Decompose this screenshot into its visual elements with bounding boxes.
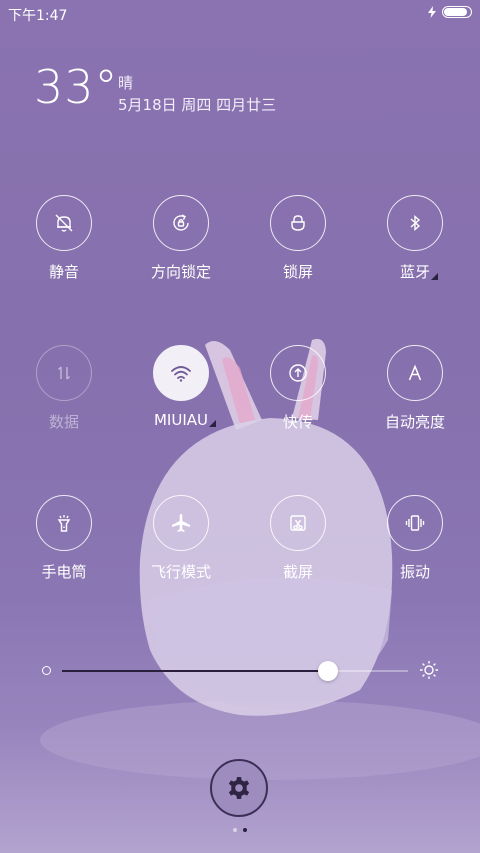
battery-level [444, 8, 468, 16]
toggle-wifi-label: MIUIAU [154, 411, 216, 429]
toggle-silent[interactable]: 静音 [14, 195, 114, 282]
bell-off-icon [55, 214, 73, 232]
toggle-rotation-lock-label: 方向锁定 [150, 263, 211, 281]
brightness-low-icon [42, 666, 51, 675]
battery-icon [442, 6, 472, 18]
toggle-flashlight-button[interactable] [36, 495, 92, 551]
toggle-mobile-data-button[interactable] [36, 345, 92, 401]
toggle-screenshot-button[interactable] [270, 495, 326, 551]
weather-date: 5月18日 周四 四月廿三 [118, 96, 277, 114]
toggle-silent-label: 静音 [48, 263, 79, 281]
screenshot-icon [290, 515, 306, 531]
toggle-vibrate[interactable]: 振动 [365, 495, 465, 582]
toggle-rotation-lock-button[interactable] [153, 195, 209, 251]
toggle-flashlight[interactable]: 手电筒 [14, 495, 114, 582]
toggle-rotation-lock[interactable]: 方向锁定 [131, 195, 231, 282]
toggle-screenshot-label: 截屏 [282, 563, 313, 581]
airplane-icon [172, 514, 190, 532]
charging-bolt-icon [428, 6, 436, 18]
bluetooth-icon [410, 214, 421, 232]
status-bar: 下午1:47 [0, 0, 480, 28]
wifi-icon [171, 366, 191, 382]
lock-icon [291, 215, 305, 231]
brightness-high-icon [420, 661, 438, 679]
settings-button[interactable] [210, 759, 268, 817]
toggle-lock-screen-button[interactable] [270, 195, 326, 251]
vibrate-icon [405, 515, 425, 531]
mobile-data-icon [58, 366, 70, 380]
rotation-lock-icon [173, 214, 189, 231]
brightness-slider[interactable] [40, 660, 440, 682]
toggle-auto-brightness[interactable]: 自动亮度 [365, 345, 465, 432]
page-indicator [0, 828, 480, 832]
status-time: 下午1:47 [8, 8, 68, 24]
toggle-mobile-data[interactable]: 数据 [14, 345, 114, 432]
toggle-quick-transfer-button[interactable] [270, 345, 326, 401]
toggle-wifi-button[interactable] [153, 345, 209, 401]
toggle-airplane-mode-button[interactable] [153, 495, 209, 551]
more-options-indicator [431, 273, 438, 280]
toggle-bluetooth-label: 蓝牙 [400, 261, 438, 282]
toggle-vibrate-label: 振动 [399, 563, 430, 581]
page-dot [233, 828, 237, 832]
gear-icon [228, 777, 250, 799]
brightness-fill [62, 670, 329, 672]
toggle-quick-transfer-label: 快传 [282, 413, 313, 431]
toggle-auto-brightness-button[interactable] [387, 345, 443, 401]
status-icons [428, 6, 472, 18]
more-options-indicator [209, 420, 216, 427]
toggle-wifi[interactable]: MIUIAU [131, 345, 231, 429]
flashlight-icon [57, 515, 71, 532]
toggle-bluetooth[interactable]: 蓝牙 [365, 195, 465, 282]
toggle-screenshot[interactable]: 截屏 [248, 495, 348, 582]
toggle-vibrate-button[interactable] [387, 495, 443, 551]
upload-icon [289, 364, 307, 382]
toggle-bluetooth-button[interactable] [387, 195, 443, 251]
toggle-auto-brightness-label: 自动亮度 [384, 413, 445, 431]
toggle-flashlight-label: 手电筒 [41, 563, 87, 581]
toggle-airplane-mode[interactable]: 飞行模式 [131, 495, 231, 582]
brightness-thumb[interactable] [318, 661, 339, 681]
page-dot-current [243, 828, 247, 832]
temperature: 33° [34, 60, 119, 114]
toggle-lock-screen-label: 锁屏 [282, 263, 313, 281]
toggle-mobile-data-label: 数据 [48, 413, 79, 431]
auto-brightness-icon [408, 364, 422, 381]
weather-condition: 晴 [118, 74, 134, 92]
toggle-airplane-mode-label: 飞行模式 [150, 563, 211, 581]
toggle-quick-transfer[interactable]: 快传 [248, 345, 348, 432]
brightness-track[interactable] [62, 661, 408, 681]
toggle-silent-button[interactable] [36, 195, 92, 251]
toggle-lock-screen[interactable]: 锁屏 [248, 195, 348, 282]
weather-widget[interactable]: 33° 晴 5月18日 周四 四月廿三 [34, 60, 276, 114]
